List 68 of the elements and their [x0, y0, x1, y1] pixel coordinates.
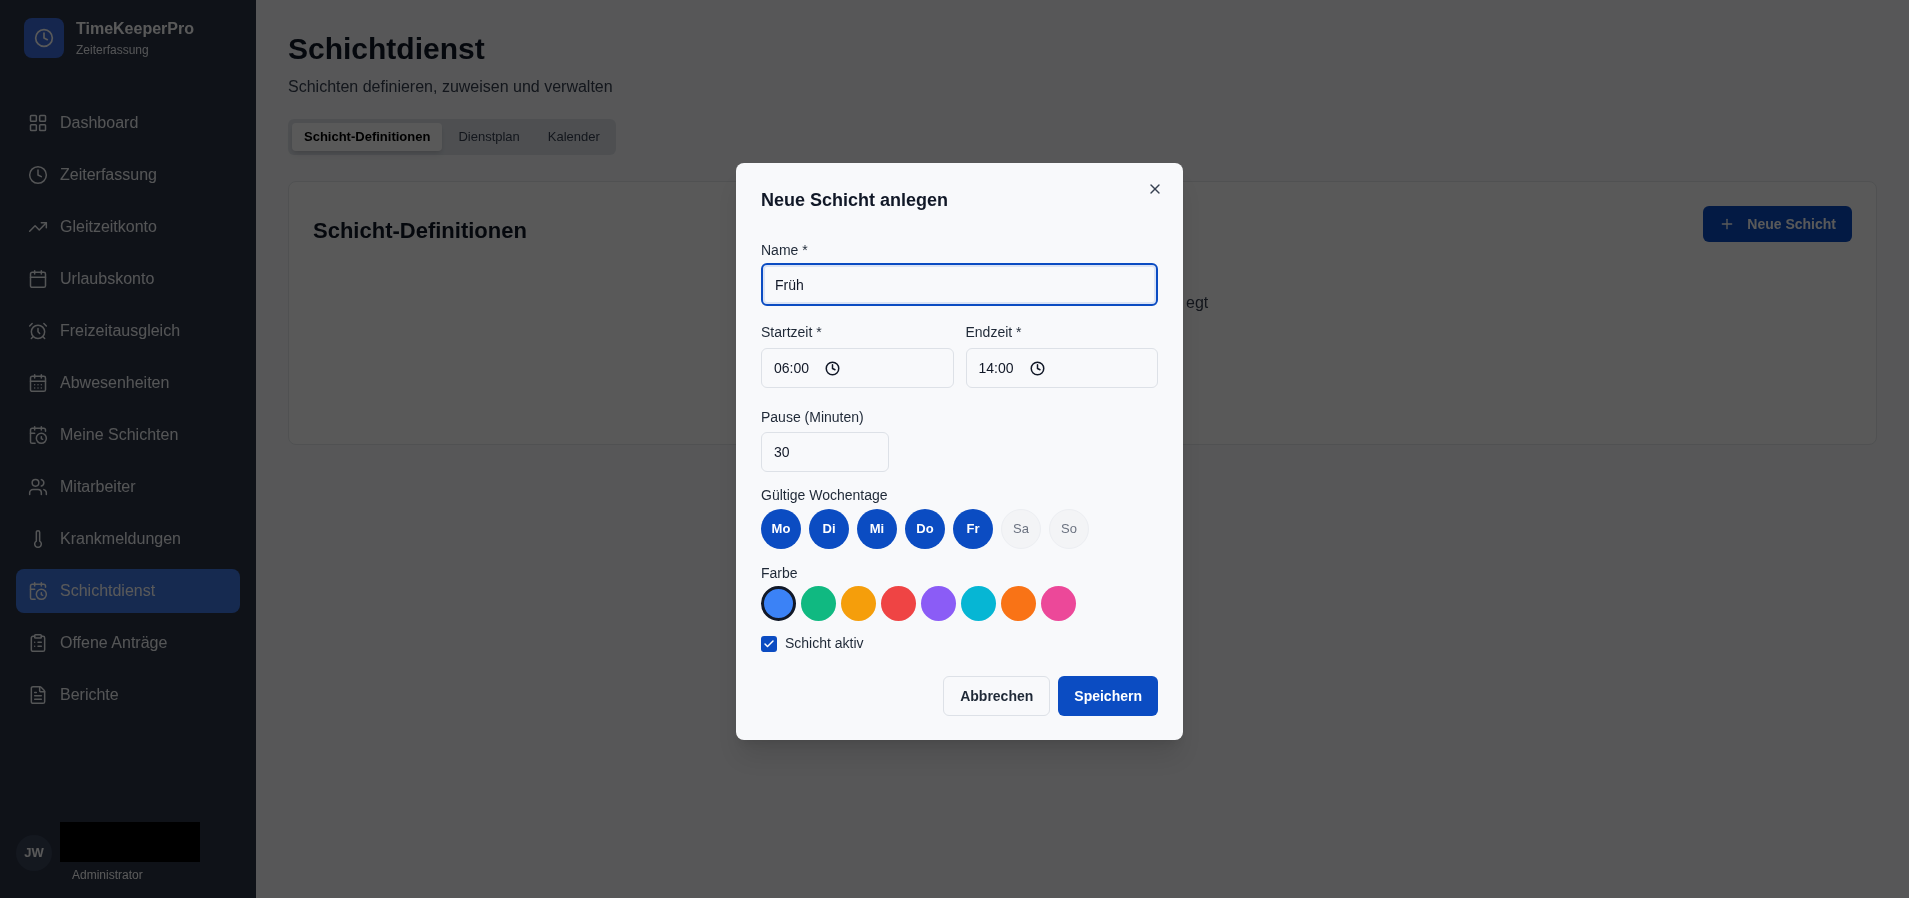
color-swatch[interactable] — [921, 586, 956, 621]
color-swatch[interactable] — [1041, 586, 1076, 621]
name-input[interactable]: Früh — [761, 263, 1158, 306]
card-title: Schicht-Definitionen — [313, 217, 527, 245]
weekday-toggle[interactable]: Do — [905, 509, 945, 549]
color-swatch[interactable] — [1001, 586, 1036, 621]
nav-item[interactable]: Urlaubskonto — [16, 257, 240, 301]
nav-item[interactable]: Gleitzeitkonto — [16, 205, 240, 249]
nav-item[interactable]: Mitarbeiter — [16, 465, 240, 509]
nav-item[interactable]: Offene Anträge — [16, 621, 240, 665]
pause-input[interactable]: 30 — [761, 432, 889, 472]
color-swatch[interactable] — [961, 586, 996, 621]
color-swatch[interactable] — [841, 586, 876, 621]
field-label: Startzeit * — [761, 323, 823, 342]
tab[interactable]: Dienstplan — [446, 123, 532, 151]
user-avatar: JW — [16, 835, 52, 871]
color-swatch[interactable] — [761, 586, 796, 621]
calendar-icon — [28, 373, 48, 393]
clock-icon — [28, 165, 48, 185]
users-icon — [28, 477, 48, 497]
empty-state-text: egt — [1186, 294, 1209, 311]
logo-icon — [24, 18, 64, 58]
nav-item[interactable]: Abwesenheiten — [16, 361, 240, 405]
time-field[interactable]: 06:00 — [761, 348, 954, 388]
field-label: Farbe — [761, 564, 799, 583]
app-subtitle: Zeiterfassung — [76, 42, 150, 59]
clock-icon — [825, 360, 841, 376]
dialog-title: Neue Schicht anlegen — [761, 189, 950, 212]
weekday-toggle[interactable]: Mi — [857, 509, 897, 549]
weekday-toggle[interactable]: Di — [809, 509, 849, 549]
color-swatch[interactable] — [881, 586, 916, 621]
nav-item[interactable]: Berichte — [16, 673, 240, 717]
weekday-toggle[interactable]: Sa — [1001, 509, 1041, 549]
cancel-button[interactable]: Abbrechen — [943, 676, 1051, 716]
grid-icon — [28, 113, 48, 133]
page-title: Schichtdienst — [288, 31, 486, 67]
field-label: Pause (Minuten) — [761, 408, 865, 427]
nav-item[interactable]: Freizeitausgleich — [16, 309, 240, 353]
weekday-toggle[interactable]: Mo — [761, 509, 801, 549]
field-label: Endzeit * — [965, 323, 1023, 342]
time-field[interactable]: 14:00 — [965, 348, 1158, 388]
nav-item[interactable]: Meine Schichten — [16, 413, 240, 457]
color-swatch[interactable] — [801, 586, 836, 621]
user-role: Administrator — [71, 867, 144, 884]
clipboard-icon — [28, 633, 48, 653]
tab[interactable]: Schicht-Definitionen — [292, 123, 443, 151]
alarm-clock-icon — [28, 321, 48, 341]
nav-item[interactable]: Dashboard — [16, 101, 240, 145]
save-button[interactable]: Speichern — [1058, 676, 1158, 716]
calendar-clock-icon — [28, 581, 48, 601]
document-icon — [28, 685, 48, 705]
app-name: TimeKeeperPro — [76, 19, 194, 39]
weekday-toggle[interactable]: Fr — [953, 509, 993, 549]
nav-item[interactable]: Zeiterfassung — [16, 153, 240, 197]
page-subtitle: Schichten definieren, zuweisen und verwalten — [288, 77, 614, 97]
check-icon — [763, 637, 775, 650]
field-label: Gültige Wochentage — [761, 486, 889, 505]
clock-icon — [1029, 360, 1045, 376]
nav-item[interactable]: Krankmeldungen — [16, 517, 240, 561]
calendar-clock-icon — [28, 425, 48, 445]
calendar-icon — [28, 269, 48, 289]
new-shift-button[interactable]: Neue Schicht — [1703, 206, 1852, 242]
checkbox-label: Schicht aktiv — [785, 634, 864, 653]
checkbox[interactable] — [761, 635, 777, 652]
field-label: Name * — [761, 241, 809, 260]
tab[interactable]: Kalender — [535, 123, 612, 151]
nav-item[interactable]: Schichtdienst — [16, 569, 240, 613]
weekday-toggle[interactable]: So — [1049, 509, 1089, 549]
